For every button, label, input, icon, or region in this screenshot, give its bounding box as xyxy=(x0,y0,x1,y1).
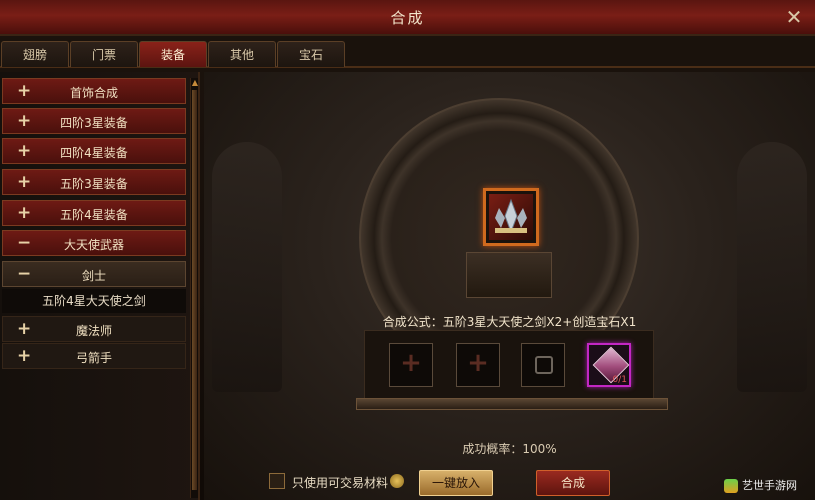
window-title: 合成 xyxy=(390,9,425,27)
add-icon: + xyxy=(400,348,422,378)
sidebar-item-archer[interactable]: + 弓箭手 xyxy=(2,343,186,369)
tab-equipment[interactable]: 装备 xyxy=(139,41,207,67)
sidebar-item-jewelry[interactable]: + 首饰合成 xyxy=(2,78,186,104)
sidebar-item-tier4-3star[interactable]: + 四阶3星装备 xyxy=(2,108,186,134)
synthesis-formula: 合成公式：五阶3星大天使之剑X2+创造宝石X1 xyxy=(382,315,637,329)
tradable-only-checkbox[interactable] xyxy=(269,473,285,489)
tab-tickets[interactable]: 门票 xyxy=(70,41,138,67)
sidebar-item-label: 剑士 xyxy=(81,269,106,283)
scroll-thumb[interactable] xyxy=(192,90,197,490)
sidebar-item-label: 四阶3星装备 xyxy=(60,116,128,130)
sidebar-item-label: 魔法师 xyxy=(75,324,112,338)
success-rate-value: 100% xyxy=(522,442,557,456)
statue-right xyxy=(737,142,807,392)
watermark-logo-icon xyxy=(724,479,738,493)
altar-pedestal xyxy=(466,252,552,298)
lock-icon xyxy=(535,356,553,374)
tradable-only-label: 只使用可交易材料 xyxy=(292,476,389,490)
gem-slot[interactable]: 0/1 xyxy=(587,343,631,387)
sidebar-item-tier5-3star[interactable]: + 五阶3星装备 xyxy=(2,169,186,195)
tab-other[interactable]: 其他 xyxy=(208,41,276,67)
sidebar-scrollbar[interactable]: ▲ xyxy=(190,78,198,498)
result-item-slot[interactable] xyxy=(483,188,539,246)
tab-bar: 翅膀 门票 装备 其他 宝石 xyxy=(0,38,815,68)
gem-count: 0/1 xyxy=(612,375,627,385)
sidebar-item-swordsman[interactable]: − 剑士 xyxy=(2,261,186,287)
sidebar-item-label: 弓箭手 xyxy=(75,351,112,365)
success-rate-label: 成功概率： xyxy=(462,442,523,456)
watermark: 艺世手游网 xyxy=(724,476,810,496)
synthesis-window: 合成 ✕ 翅膀 门票 装备 其他 宝石 + 首饰合成 + 四阶3星装备 + 四阶… xyxy=(0,0,815,500)
watermark-text: 艺世手游网 xyxy=(742,479,797,492)
material-slot-locked[interactable] xyxy=(521,343,565,387)
sidebar-item-label: 五阶4星装备 xyxy=(60,208,128,222)
tab-gems[interactable]: 宝石 xyxy=(277,41,345,67)
sidebar-item-tier4-4star[interactable]: + 四阶4星装备 xyxy=(2,138,186,164)
sidebar-item-archangel-sword[interactable]: 五阶4星大天使之剑 xyxy=(2,289,186,313)
info-coin-icon[interactable] xyxy=(390,474,404,488)
close-icon[interactable]: ✕ xyxy=(781,4,807,30)
sidebar-item-label: 四阶4星装备 xyxy=(60,146,128,160)
material-slots: + + 0/1 xyxy=(364,330,654,400)
success-rate: 成功概率：100% xyxy=(204,440,815,457)
title-bar: 合成 ✕ xyxy=(0,0,815,36)
sidebar-item-tier5-4star[interactable]: + 五阶4星装备 xyxy=(2,200,186,226)
material-slot-1[interactable]: + xyxy=(389,343,433,387)
one-click-fill-button[interactable]: 一键放入 xyxy=(419,470,493,496)
archangel-sword-icon xyxy=(489,194,533,240)
sidebar-item-label: 大天使武器 xyxy=(63,238,124,252)
sidebar-item-mage[interactable]: + 魔法师 xyxy=(2,316,186,342)
material-slot-2[interactable]: + xyxy=(456,343,500,387)
scroll-up-icon[interactable]: ▲ xyxy=(191,78,199,88)
sidebar-item-label: 首饰合成 xyxy=(69,86,118,100)
category-sidebar: + 首饰合成 + 四阶3星装备 + 四阶4星装备 + 五阶3星装备 + 五阶4星… xyxy=(0,72,200,500)
synthesis-panel: 合成公式：五阶3星大天使之剑X2+创造宝石X1 + + 0/1 成功概率：100… xyxy=(204,72,815,500)
statue-left xyxy=(212,142,282,392)
sidebar-item-label: 五阶3星装备 xyxy=(60,177,128,191)
combine-button[interactable]: 合成 xyxy=(536,470,610,496)
add-icon: + xyxy=(467,348,489,378)
altar-ledge xyxy=(356,398,668,410)
tab-wings[interactable]: 翅膀 xyxy=(1,41,69,67)
sidebar-item-archangel-weapons[interactable]: − 大天使武器 xyxy=(2,230,186,256)
